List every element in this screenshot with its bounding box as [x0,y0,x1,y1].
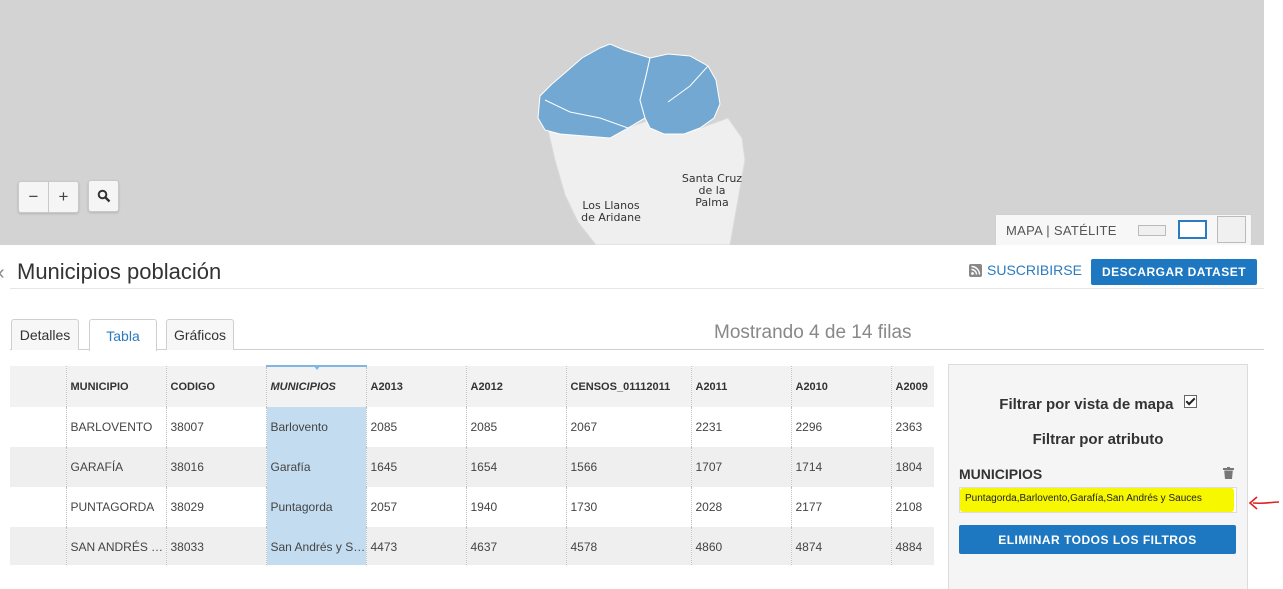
zoom-controls: − + [18,181,79,213]
magnifier-icon [97,189,110,203]
map-view[interactable]: Los Llanos de Aridane Santa Cruz de la P… [0,0,1264,245]
table-cell: 2363 [890,407,934,447]
table-cell: 38033 [165,527,266,565]
table-cell: 38007 [165,407,266,447]
table-cell: 1714 [790,447,891,487]
table-cell: GARAFÍA [65,447,166,487]
page-title: Municipios población [17,259,222,284]
table-cell: 1707 [690,447,791,487]
municipality-garafia [537,43,651,139]
table-cell: 4637 [465,527,566,565]
column-header-a2012[interactable]: A2012 [465,366,566,407]
zoom-out-button[interactable]: − [19,182,48,212]
table-cell: BARLOVENTO [65,407,166,447]
table-cell: 1645 [365,447,466,487]
filter-by-attribute-heading: Filtrar por atributo [1032,431,1164,448]
table-cell [10,527,66,565]
table-cell: 1654 [465,447,566,487]
map-search-button[interactable] [88,180,119,212]
filter-map-view-row: Filtrar por vista de mapa [949,395,1247,413]
table-cell: 38016 [165,447,266,487]
data-table: MUNICIPIO CODIGO MUNICIPIOS A2013 A2012 … [10,365,934,565]
red-arrow-annotation-icon [1248,496,1280,510]
tab-graficos[interactable]: Gráficos [166,319,234,350]
table-header-row: MUNICIPIO CODIGO MUNICIPIOS A2013 A2012 … [10,365,934,407]
table-row[interactable]: PUNTAGORDA 38029 Puntagorda 2057 1940 17… [10,487,934,527]
table-cell: 2085 [465,407,566,447]
layer-thumb-light[interactable] [1138,225,1166,236]
table-cell [10,407,66,447]
table-cell: 1566 [565,447,691,487]
table-cell: 38029 [165,487,266,527]
table-cell: Barlovento [265,407,366,447]
table-cell: PUNTAGORDA [65,487,166,527]
table-row[interactable]: GARAFÍA 38016 Garafía 1645 1654 1566 170… [10,447,934,487]
tab-tabla[interactable]: Tabla [89,319,157,351]
table-cell: San Andrés y Sauces [265,527,366,565]
table-cell: 1940 [465,487,566,527]
column-header-municipio[interactable]: MUNICIPIO [65,366,166,407]
table-row[interactable]: BARLOVENTO 38007 Barlovento 2085 2085 20… [10,407,934,447]
layer-thumb-map[interactable] [1178,220,1207,239]
table-cell: 2231 [690,407,791,447]
map-label-santa-cruz: Santa Cruz de la Palma [681,172,743,209]
table-cell: 2177 [790,487,891,527]
rss-icon [969,263,982,277]
table-cell: 4860 [690,527,791,565]
zoom-in-button[interactable]: + [48,182,78,212]
column-header-municipios[interactable]: MUNICIPIOS [265,365,366,407]
layer-thumb-satellite[interactable] [1217,216,1246,243]
table-cell: 2067 [565,407,691,447]
table-cell: Puntagorda [265,487,366,527]
filter-value-text: Puntagorda,Barlovento,Garafía,San Andrés… [965,493,1202,504]
table-cell: 4884 [890,527,934,565]
row-count-status: Mostrando 4 de 14 filas [714,322,912,343]
filter-value-input[interactable]: Puntagorda,Barlovento,Garafía,San Andrés… [959,487,1237,513]
filter-panel: Filtrar por vista de mapa Filtrar por at… [948,364,1248,589]
subscribe-label: SUSCRIBIRSE [987,262,1082,278]
column-header-a2013[interactable]: A2013 [365,366,466,407]
table-cell: 2296 [790,407,891,447]
table-cell [10,447,66,487]
column-header-a2011[interactable]: A2011 [690,366,791,407]
back-chevron-icon[interactable]: ‹ [0,262,5,285]
table-cell: SAN ANDRÉS Y SAUCES [65,527,166,565]
clear-all-filters-button[interactable]: ELIMINAR TODOS LOS FILTROS [959,525,1236,554]
column-header-a2010[interactable]: A2010 [790,366,891,407]
table-cell: 2028 [690,487,791,527]
data-table-container[interactable]: MUNICIPIO CODIGO MUNICIPIOS A2013 A2012 … [10,365,934,565]
download-dataset-button[interactable]: DESCARGAR DATASET [1091,259,1257,285]
column-header-codigo[interactable]: CODIGO [165,366,266,407]
table-cell [10,487,66,527]
header-divider [10,288,1264,289]
table-cell: 2057 [365,487,466,527]
tab-detalles[interactable]: Detalles [11,319,79,350]
filter-map-view-checkbox[interactable] [1183,395,1197,408]
column-header-a2009[interactable]: A2009 [890,366,934,407]
table-cell: 4473 [365,527,466,565]
table-cell: 1730 [565,487,691,527]
sort-caret-icon [312,368,321,370]
table-cell: 4578 [565,527,691,565]
table-cell: 4874 [790,527,891,565]
layer-switcher-label: MAPA | SATÉLITE [1006,223,1117,238]
layer-switcher: MAPA | SATÉLITE [995,214,1252,245]
filter-map-view-label: Filtrar por vista de mapa [999,396,1174,413]
map-label-los-llanos: Los Llanos de Aridane [581,199,641,224]
table-cell: 2085 [365,407,466,447]
table-row[interactable]: SAN ANDRÉS Y SAUCES 38033 San Andrés y S… [10,527,934,565]
table-cell: 2108 [890,487,934,527]
table-cell: Garafía [265,447,366,487]
filter-field-label: MUNICIPIOS [959,466,1043,482]
table-cell: 1804 [890,447,934,487]
trash-icon[interactable] [1223,467,1234,479]
subscribe-link[interactable]: SUSCRIBIRSE [969,262,1082,278]
column-header-censos[interactable]: CENSOS_01112011 [565,366,691,407]
column-header[interactable] [10,366,66,407]
